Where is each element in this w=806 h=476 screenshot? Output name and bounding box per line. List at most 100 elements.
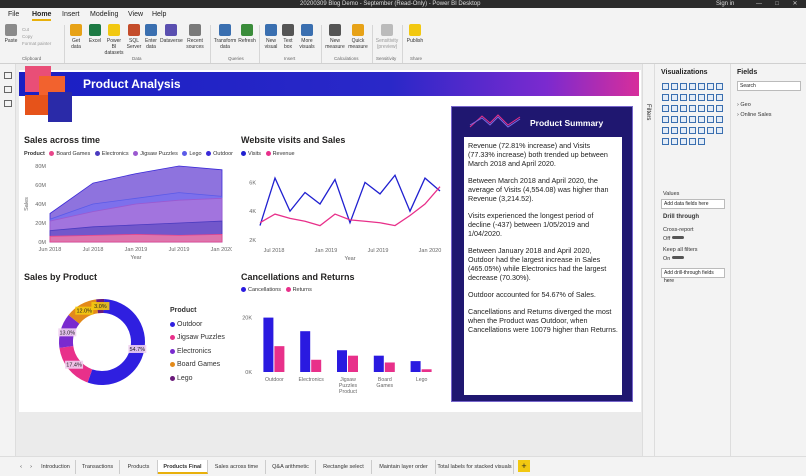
- legend-item[interactable]: Visits: [248, 151, 261, 157]
- visual-type-icon[interactable]: [707, 127, 714, 134]
- visual-type-icon[interactable]: [707, 105, 714, 112]
- visual-type-icon[interactable]: [698, 94, 705, 101]
- menu-insert[interactable]: Insert: [62, 11, 80, 18]
- visual-type-icon[interactable]: [698, 83, 705, 90]
- quick-measure-button[interactable]: Quick measure: [347, 24, 369, 50]
- visual-type-icon[interactable]: [698, 116, 705, 123]
- legend-item[interactable]: Jigsaw Puzzles: [177, 334, 225, 341]
- visual-type-icon[interactable]: [680, 94, 687, 101]
- new-measure-button[interactable]: New measure: [324, 24, 346, 50]
- add-page-button[interactable]: +: [518, 460, 530, 472]
- paste-button[interactable]: Paste: [3, 24, 19, 44]
- visual-type-icon[interactable]: [689, 94, 696, 101]
- menu-file[interactable]: File: [8, 11, 19, 18]
- drill-through-drop-zone[interactable]: Add drill-through fields here: [661, 268, 725, 284]
- tab-total-labels[interactable]: Total labels for stacked visuals: [436, 460, 514, 474]
- legend-item[interactable]: Returns: [293, 287, 312, 293]
- values-drop-zone[interactable]: Add data fields here: [661, 199, 725, 209]
- legend-item[interactable]: Board Games: [56, 151, 90, 157]
- legend-item[interactable]: Electronics: [177, 348, 211, 355]
- website-line-chart[interactable]: 2K 4K 6K Jul 2018 Jan 2019 Jul 2019 Jan 2020 Ye…: [236, 160, 444, 264]
- visual-type-icon[interactable]: [671, 116, 678, 123]
- maximize-icon[interactable]: □: [770, 0, 784, 8]
- toggle-switch[interactable]: [672, 256, 685, 259]
- next-page-icon[interactable]: ›: [26, 460, 36, 474]
- dataverse-button[interactable]: Dataverse: [160, 24, 183, 44]
- legend-item[interactable]: Board Games: [177, 361, 220, 368]
- visual-type-icon[interactable]: [716, 127, 723, 134]
- close-icon[interactable]: ✕: [788, 0, 802, 8]
- visual-type-icon[interactable]: [689, 116, 696, 123]
- data-view-icon[interactable]: [4, 86, 12, 93]
- transform-data-button[interactable]: Transform data: [213, 24, 237, 50]
- visual-type-icon[interactable]: [689, 105, 696, 112]
- sql-server-button[interactable]: SQL Server: [126, 24, 142, 50]
- visual-type-icon[interactable]: [698, 127, 705, 134]
- tab-rectangle-select[interactable]: Rectangle select: [316, 460, 372, 474]
- visual-type-icon[interactable]: [680, 127, 687, 134]
- visual-type-icon[interactable]: [662, 116, 669, 123]
- tab-sales-across-time[interactable]: Sales across time: [208, 460, 266, 474]
- format-painter-button[interactable]: Format painter: [22, 40, 51, 47]
- menu-help[interactable]: Help: [152, 11, 166, 18]
- report-view-icon[interactable]: [4, 72, 12, 79]
- keep-filters-toggle[interactable]: On: [663, 256, 685, 262]
- visual-type-icon[interactable]: [662, 83, 669, 90]
- sales-area-chart[interactable]: 0M 20M 40M 60M 80M Jun 2018 Jul 2018 Jan 2019 Ju…: [22, 158, 232, 264]
- toggle-switch[interactable]: [672, 236, 685, 239]
- visual-type-icon[interactable]: [698, 138, 705, 145]
- legend-item[interactable]: Cancellations: [248, 287, 281, 293]
- visual-type-icon[interactable]: [671, 94, 678, 101]
- menu-modeling[interactable]: Modeling: [90, 11, 118, 18]
- menu-view[interactable]: View: [128, 11, 143, 18]
- excel-button[interactable]: Excel: [87, 24, 103, 44]
- visual-type-icon[interactable]: [716, 116, 723, 123]
- legend-item[interactable]: Jigsaw Puzzles: [140, 151, 178, 157]
- legend-item[interactable]: Outdoor: [177, 321, 202, 328]
- visual-type-icon[interactable]: [707, 94, 714, 101]
- visual-type-icon[interactable]: [689, 127, 696, 134]
- tab-maintain-layer-order[interactable]: Maintain layer order: [372, 460, 436, 474]
- visual-type-icon[interactable]: [680, 105, 687, 112]
- visual-type-icon[interactable]: [716, 94, 723, 101]
- tab-products-final[interactable]: Products Final: [158, 460, 208, 474]
- model-view-icon[interactable]: [4, 100, 12, 107]
- cancellations-bar-chart[interactable]: 20K0KOutdoor Electronics JigsawPuzzlesProd…: [236, 296, 444, 404]
- visual-type-icon[interactable]: [698, 105, 705, 112]
- enter-data-button[interactable]: Enter data: [143, 24, 159, 50]
- sign-in-link[interactable]: Sign in: [716, 0, 734, 8]
- visual-type-icon[interactable]: [662, 138, 669, 145]
- visual-type-icon[interactable]: [662, 127, 669, 134]
- publish-button[interactable]: Publish: [405, 24, 425, 44]
- tab-qa-arithmetic[interactable]: Q&A arithmetic: [266, 460, 316, 474]
- tab-transactions[interactable]: Transactions: [76, 460, 120, 474]
- cut-button[interactable]: Cut: [22, 26, 51, 33]
- visual-type-icon[interactable]: [680, 83, 687, 90]
- filters-pane[interactable]: Filters: [642, 64, 654, 456]
- text-box-button[interactable]: Text box: [281, 24, 295, 50]
- field-table-online-sales[interactable]: › Online Sales: [737, 112, 772, 118]
- field-table-geo[interactable]: › Geo: [737, 102, 751, 108]
- get-data-button[interactable]: Get data: [67, 24, 85, 50]
- visual-type-icon[interactable]: [662, 94, 669, 101]
- new-visual-button[interactable]: New visual: [262, 24, 280, 50]
- visual-type-icon[interactable]: [689, 83, 696, 90]
- recent-sources-button[interactable]: Recent sources: [184, 24, 206, 50]
- visual-type-icon[interactable]: [707, 83, 714, 90]
- visual-type-icon[interactable]: [716, 83, 723, 90]
- visual-type-icon[interactable]: [680, 138, 687, 145]
- refresh-button[interactable]: Refresh: [238, 24, 256, 44]
- visual-type-icon[interactable]: [671, 138, 678, 145]
- visual-type-icon[interactable]: [671, 83, 678, 90]
- tab-products[interactable]: Products: [120, 460, 158, 474]
- copy-button[interactable]: Copy: [22, 33, 51, 40]
- legend-item[interactable]: Electronics: [102, 151, 129, 157]
- legend-item[interactable]: Lego: [177, 375, 193, 382]
- fields-search-input[interactable]: Search: [737, 81, 801, 91]
- minimize-icon[interactable]: —: [752, 0, 766, 8]
- powerbi-datasets-button[interactable]: Power BI datasets: [104, 24, 124, 56]
- legend-item[interactable]: Outdoor: [213, 151, 233, 157]
- visual-type-icon[interactable]: [680, 116, 687, 123]
- visual-type-icon[interactable]: [671, 105, 678, 112]
- visual-type-icon[interactable]: [671, 127, 678, 134]
